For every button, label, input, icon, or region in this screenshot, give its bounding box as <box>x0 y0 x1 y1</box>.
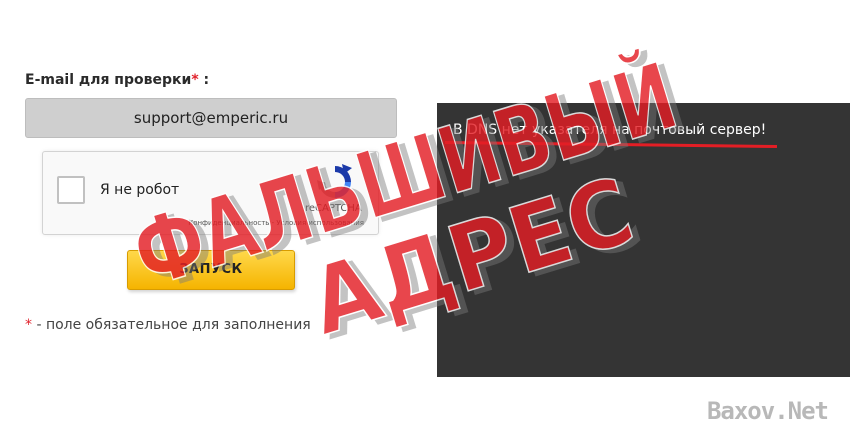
required-star: * <box>191 72 199 88</box>
watermark: Baxov.Net <box>670 388 850 434</box>
message-underline <box>444 140 778 149</box>
captcha-label: Я не робот <box>100 182 180 198</box>
email-field[interactable]: support@emperic.ru <box>25 98 397 138</box>
email-label: E-mail для проверки* : <box>25 72 209 88</box>
recaptcha-terms[interactable]: Конфиденциальность - Условия использован… <box>188 219 364 227</box>
launch-button[interactable]: ЗАПУСК <box>127 250 295 290</box>
label-suffix: : <box>198 72 210 88</box>
required-note: * - поле обязательное для заполнения <box>25 317 311 333</box>
email-label-text: E-mail для проверки <box>25 72 192 88</box>
result-message: В DNS нет указателя на почтовый сервер! <box>453 122 767 138</box>
required-note-text: - поле обязательное для заполнения <box>32 317 311 333</box>
result-panel: В DNS нет указателя на почтовый сервер! <box>437 103 850 377</box>
recaptcha-widget: Я не робот reCAPTCHA Конфиденциальность … <box>42 151 379 235</box>
recaptcha-logo-icon <box>317 164 352 198</box>
captcha-checkbox[interactable] <box>57 176 85 204</box>
recaptcha-brand: reCAPTCHA <box>305 203 362 214</box>
required-note-star: * <box>25 317 32 333</box>
